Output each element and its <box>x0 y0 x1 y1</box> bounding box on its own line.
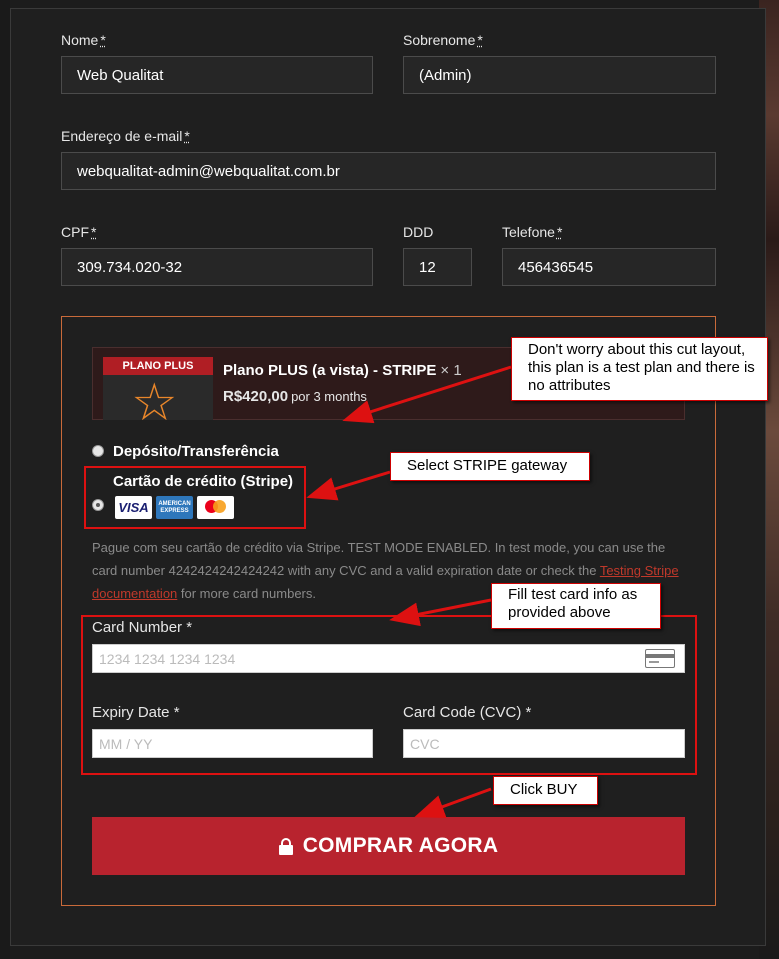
radio-transfer[interactable] <box>92 445 104 457</box>
product-period: por 3 months <box>291 389 367 404</box>
highlight-card-fields <box>81 615 697 775</box>
lock-icon <box>278 837 293 855</box>
ddd-label: DDD <box>403 224 434 240</box>
thumbnail-banner: PLANO PLUS <box>103 357 213 375</box>
phone-input[interactable]: 456436545 <box>502 248 716 286</box>
first-name-label: Nome * <box>61 32 106 48</box>
cpf-label: CPF * <box>61 224 97 240</box>
last-name-input[interactable]: (Admin) <box>403 56 716 94</box>
product-price: R$420,00 por 3 months <box>223 388 367 405</box>
product-quantity: × 1 <box>440 362 462 379</box>
phone-label: Telefone * <box>502 224 563 240</box>
email-input[interactable]: webqualitat-admin@webqualitat.com.br <box>61 152 716 190</box>
first-name-input[interactable]: Web Qualitat <box>61 56 373 94</box>
email-label: Endereço de e-mail * <box>61 128 190 144</box>
callout-layout-note: Don't worry about this cut layout, this … <box>511 337 768 401</box>
product-thumbnail: PLANO PLUS ☆ <box>103 357 213 420</box>
callout-select-gateway: Select STRIPE gateway <box>390 452 590 481</box>
highlight-stripe-option <box>84 466 306 529</box>
payment-option-transfer[interactable]: Depósito/Transferência <box>113 443 279 460</box>
background-left <box>0 0 10 959</box>
callout-fill-card: Fill test card info as provided above <box>491 583 661 629</box>
callout-click-buy: Click BUY <box>493 776 598 805</box>
product-name: Plano PLUS (a vista) - STRIPE × 1 <box>223 362 462 379</box>
star-icon: ☆ <box>131 374 178 420</box>
last-name-label: Sobrenome * <box>403 32 483 48</box>
buy-button[interactable]: COMPRAR AGORA <box>92 817 685 875</box>
cpf-input[interactable]: 309.734.020-32 <box>61 248 373 286</box>
ddd-input[interactable]: 12 <box>403 248 472 286</box>
